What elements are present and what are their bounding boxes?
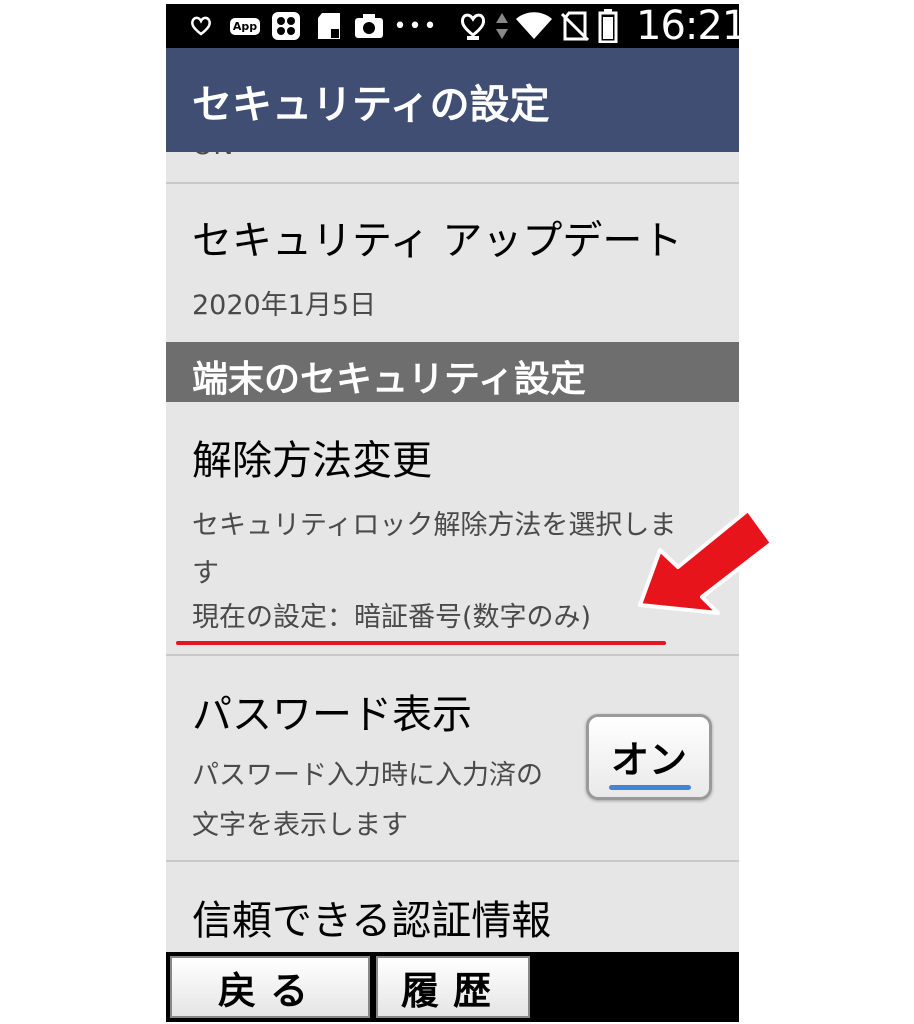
page-title: セキュリティの設定: [192, 82, 550, 128]
password-display-desc-line2: 文字を表示します: [192, 810, 408, 841]
app-icon: App: [228, 10, 262, 42]
unlock-method-current: 現在の設定：暗証番号(数字のみ): [192, 602, 592, 633]
heart-notification-icon: [186, 10, 216, 42]
status-bar: App ••• 16:21: [166, 4, 739, 48]
list-item-previous[interactable]: ON: [166, 152, 739, 184]
history-button[interactable]: 履歴: [376, 956, 530, 1018]
data-arrows-icon: [494, 10, 510, 42]
section-title: 端末のセキュリティ設定: [192, 359, 586, 400]
heart-outline-icon: [458, 10, 488, 42]
bottom-nav: 戻る 履歴: [166, 952, 739, 1022]
trusted-credentials-title: 信頼できる認証情報: [192, 898, 552, 944]
list-item-password-display[interactable]: パスワード表示 パスワード入力時に入力済の 文字を表示します オン: [166, 656, 739, 862]
camera-icon: [352, 10, 386, 42]
unlock-method-title: 解除方法変更: [192, 438, 432, 484]
security-update-date: 2020年1月5日: [192, 290, 377, 321]
annotation-underline: [176, 641, 666, 645]
more-icon: •••: [393, 13, 439, 39]
toggle-underline: [609, 785, 691, 790]
list-item-trusted-credentials[interactable]: 信頼できる認証情報: [166, 862, 739, 952]
list-item-security-update[interactable]: セキュリティ アップデート 2020年1月5日: [166, 184, 739, 342]
toggle-label: オン: [610, 738, 687, 782]
security-update-title: セキュリティ アップデート: [192, 218, 683, 264]
app-icon-label: App: [229, 17, 261, 35]
password-display-desc-line1: パスワード入力時に入力済の: [192, 760, 543, 791]
sd-card-icon: [314, 10, 344, 42]
section-header: 端末のセキュリティ設定: [166, 342, 739, 402]
grid-icon: [270, 10, 302, 42]
status-time: 16:21: [636, 4, 739, 49]
wifi-icon: [514, 10, 554, 42]
no-sim-icon: [560, 10, 590, 42]
password-display-toggle[interactable]: オン: [586, 714, 712, 800]
annotation-arrow-icon: [638, 508, 774, 615]
password-display-title: パスワード表示: [192, 692, 472, 738]
title-bar: セキュリティの設定: [166, 48, 739, 152]
battery-icon: [594, 9, 622, 43]
back-button[interactable]: 戻る: [170, 956, 370, 1018]
unlock-method-desc-line1: セキュリティロック解除方法を選択しま: [192, 510, 677, 541]
cut-off-value: ON: [192, 152, 233, 161]
